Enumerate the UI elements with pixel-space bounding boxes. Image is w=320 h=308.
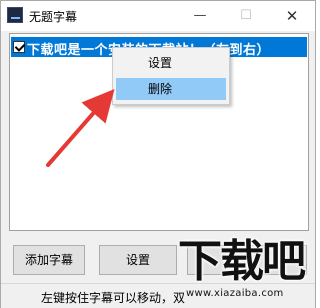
- watermark-title: 下载吧: [178, 236, 306, 287]
- watermark-logo: 下载吧 www.xiazaiba.com: [178, 236, 314, 306]
- watermark-url: www.xiazaiba.com: [186, 288, 284, 299]
